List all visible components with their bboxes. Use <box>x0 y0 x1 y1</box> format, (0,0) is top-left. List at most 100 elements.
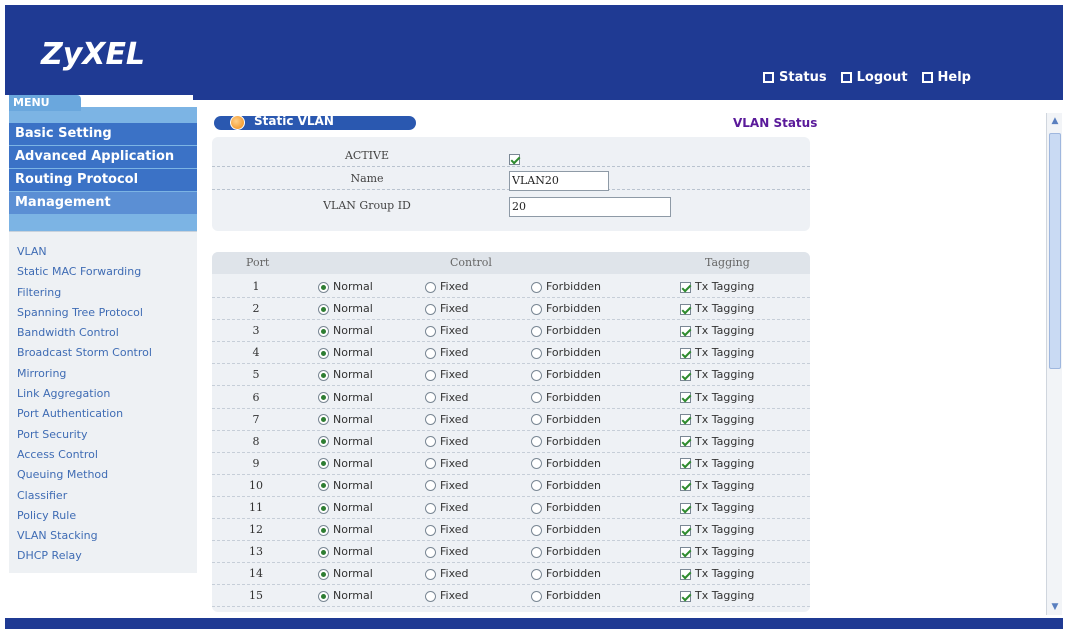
radio-normal[interactable] <box>318 303 329 315</box>
tx-tagging-checkbox[interactable] <box>680 325 691 337</box>
control-option-forbidden[interactable]: Forbidden <box>531 320 601 342</box>
tx-tagging-checkbox[interactable] <box>680 414 691 426</box>
control-option-forbidden[interactable]: Forbidden <box>531 497 601 519</box>
control-option-forbidden[interactable]: Forbidden <box>531 585 601 607</box>
radio-normal[interactable] <box>318 524 329 536</box>
tx-tagging-option[interactable]: Tx Tagging <box>680 563 754 585</box>
submenu-item[interactable]: Queuing Method <box>17 465 152 485</box>
radio-forbidden[interactable] <box>531 369 542 381</box>
control-option-forbidden[interactable]: Forbidden <box>531 387 601 409</box>
radio-fixed[interactable] <box>425 414 436 426</box>
radio-normal[interactable] <box>318 325 329 337</box>
control-option-normal[interactable]: Normal <box>318 364 373 386</box>
tx-tagging-checkbox[interactable] <box>680 524 691 536</box>
radio-normal[interactable] <box>318 347 329 359</box>
control-option-fixed[interactable]: Fixed <box>425 585 469 607</box>
submenu-item[interactable]: Bandwidth Control <box>17 323 152 343</box>
tx-tagging-checkbox[interactable] <box>680 480 691 492</box>
tx-tagging-option[interactable]: Tx Tagging <box>680 409 754 431</box>
radio-forbidden[interactable] <box>531 568 542 580</box>
control-option-normal[interactable]: Normal <box>318 276 373 298</box>
radio-forbidden[interactable] <box>531 480 542 492</box>
control-option-forbidden[interactable]: Forbidden <box>531 431 601 453</box>
control-option-normal[interactable]: Normal <box>318 475 373 497</box>
control-option-normal[interactable]: Normal <box>318 497 373 519</box>
radio-forbidden[interactable] <box>531 303 542 315</box>
radio-fixed[interactable] <box>425 281 436 293</box>
control-option-normal[interactable]: Normal <box>318 320 373 342</box>
menu-item-routing-protocol[interactable]: Routing Protocol <box>9 169 197 191</box>
vlan-status-link[interactable]: VLAN Status <box>733 116 817 130</box>
tx-tagging-option[interactable]: Tx Tagging <box>680 431 754 453</box>
radio-forbidden[interactable] <box>531 590 542 602</box>
radio-forbidden[interactable] <box>531 546 542 558</box>
radio-forbidden[interactable] <box>531 502 542 514</box>
radio-normal[interactable] <box>318 546 329 558</box>
radio-forbidden[interactable] <box>531 392 542 403</box>
submenu-item[interactable]: Spanning Tree Protocol <box>17 303 152 323</box>
menu-item-basic-setting[interactable]: Basic Setting <box>9 123 197 145</box>
tx-tagging-checkbox[interactable] <box>680 458 691 470</box>
radio-fixed[interactable] <box>425 458 436 470</box>
vertical-scrollbar[interactable]: ▲ ▼ <box>1046 113 1062 615</box>
submenu-item[interactable]: DHCP Relay <box>17 546 152 566</box>
control-option-normal[interactable]: Normal <box>318 342 373 364</box>
tx-tagging-checkbox[interactable] <box>680 502 691 514</box>
control-option-forbidden[interactable]: Forbidden <box>531 409 601 431</box>
tx-tagging-checkbox[interactable] <box>680 303 691 315</box>
radio-forbidden[interactable] <box>531 436 542 448</box>
tx-tagging-option[interactable]: Tx Tagging <box>680 320 754 342</box>
tx-tagging-checkbox[interactable] <box>680 436 691 448</box>
control-option-normal[interactable]: Normal <box>318 453 373 475</box>
submenu-item[interactable]: Classifier <box>17 486 152 506</box>
radio-fixed[interactable] <box>425 325 436 337</box>
radio-forbidden[interactable] <box>531 281 542 293</box>
submenu-item[interactable]: VLAN <box>17 242 152 262</box>
submenu-item[interactable]: VLAN Stacking <box>17 526 152 546</box>
radio-fixed[interactable] <box>425 546 436 558</box>
radio-fixed[interactable] <box>425 568 436 580</box>
tx-tagging-option[interactable]: Tx Tagging <box>680 497 754 519</box>
radio-normal[interactable] <box>318 436 329 448</box>
submenu-item[interactable]: Access Control <box>17 445 152 465</box>
tx-tagging-checkbox[interactable] <box>680 392 691 403</box>
tx-tagging-option[interactable]: Tx Tagging <box>680 364 754 386</box>
tx-tagging-option[interactable]: Tx Tagging <box>680 298 754 320</box>
control-option-fixed[interactable]: Fixed <box>425 298 469 320</box>
tx-tagging-option[interactable]: Tx Tagging <box>680 541 754 563</box>
menu-item-advanced-application[interactable]: Advanced Application <box>9 146 197 168</box>
radio-forbidden[interactable] <box>531 347 542 359</box>
radio-normal[interactable] <box>318 568 329 580</box>
control-option-normal[interactable]: Normal <box>318 541 373 563</box>
tx-tagging-checkbox[interactable] <box>680 568 691 580</box>
radio-forbidden[interactable] <box>531 458 542 470</box>
control-option-fixed[interactable]: Fixed <box>425 541 469 563</box>
control-option-forbidden[interactable]: Forbidden <box>531 364 601 386</box>
submenu-item[interactable]: Filtering <box>17 283 152 303</box>
logout-link[interactable]: Logout <box>840 70 908 85</box>
control-option-normal[interactable]: Normal <box>318 387 373 409</box>
control-option-normal[interactable]: Normal <box>318 431 373 453</box>
submenu-item[interactable]: Mirroring <box>17 364 152 384</box>
submenu-item[interactable]: Link Aggregation <box>17 384 152 404</box>
control-option-fixed[interactable]: Fixed <box>425 453 469 475</box>
radio-forbidden[interactable] <box>531 524 542 536</box>
tx-tagging-checkbox[interactable] <box>680 590 691 602</box>
submenu-item[interactable]: Broadcast Storm Control <box>17 343 152 363</box>
radio-fixed[interactable] <box>425 480 436 492</box>
submenu-item[interactable]: Port Authentication <box>17 404 152 424</box>
control-option-fixed[interactable]: Fixed <box>425 320 469 342</box>
radio-fixed[interactable] <box>425 369 436 381</box>
scroll-down-icon[interactable]: ▼ <box>1049 601 1061 613</box>
scroll-up-icon[interactable]: ▲ <box>1049 115 1061 127</box>
radio-normal[interactable] <box>318 281 329 293</box>
submenu-item[interactable]: Port Security <box>17 425 152 445</box>
radio-normal[interactable] <box>318 369 329 381</box>
control-option-fixed[interactable]: Fixed <box>425 475 469 497</box>
submenu-item[interactable]: Policy Rule <box>17 506 152 526</box>
group-id-input[interactable] <box>509 196 671 217</box>
radio-forbidden[interactable] <box>531 325 542 337</box>
help-link[interactable]: Help <box>921 70 971 85</box>
name-input[interactable] <box>509 170 609 191</box>
control-option-forbidden[interactable]: Forbidden <box>531 475 601 497</box>
